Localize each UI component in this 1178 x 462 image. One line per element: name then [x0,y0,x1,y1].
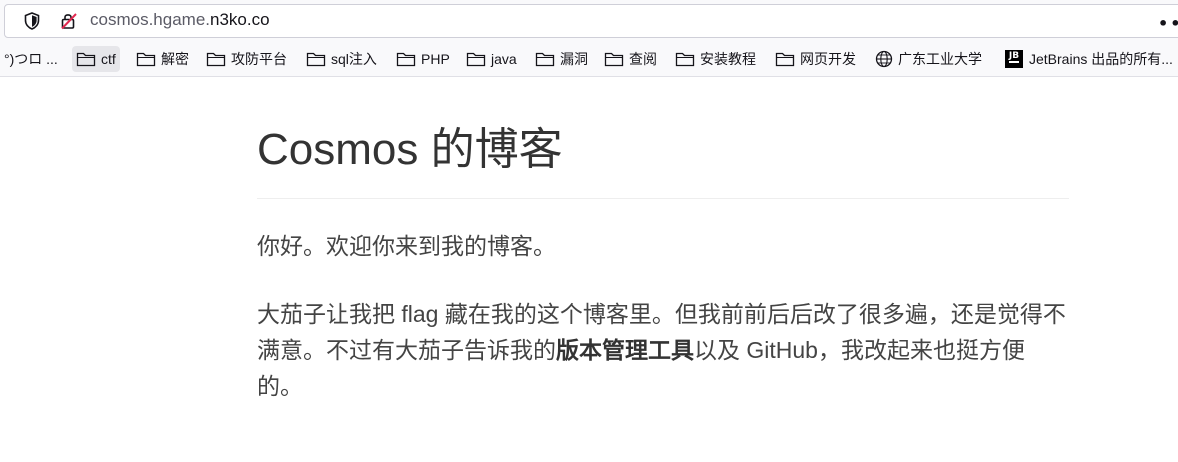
bookmark-label: 解密 [161,51,189,67]
folder-icon [535,52,555,67]
bookmark-label: sql注入 [331,51,377,67]
globe-icon [875,50,893,68]
jetbrains-icon: JB [1005,50,1023,68]
insecure-lock-icon[interactable] [60,12,78,30]
bookmark-folder-install-guides[interactable]: 安装教程 [675,46,756,72]
page-title: Cosmos 的博客 [257,76,1069,199]
more-dots-icon[interactable]: •• [1158,14,1178,33]
bookmark-kaomoji[interactable]: °)つロ ... [4,46,58,72]
bookmark-label: JetBrains 出品的所有... [1029,51,1173,67]
url-subdomain: cosmos.hgame. [90,10,210,29]
bookmark-label: 安装教程 [700,51,756,67]
bookmark-label: ctf [101,51,116,67]
folder-icon [396,52,416,67]
body-paragraph: 大茄子让我把 flag 藏在我的这个博客里。但我前前后后改了很多遍，还是觉得不满… [257,296,1069,404]
bookmark-jetbrains[interactable]: JB JetBrains 出品的所有... [1005,46,1173,72]
bookmark-label: java [491,51,517,67]
shield-icon[interactable] [24,12,40,30]
url-domain: n3ko.co [210,10,270,29]
bookmark-label: 广东工业大学 [898,51,982,67]
bookmark-label: 攻防平台 [231,51,287,67]
bookmark-folder-ctf[interactable]: ctf [72,46,120,72]
greeting-paragraph: 你好。欢迎你来到我的博客。 [257,233,556,259]
bookmark-folder-php[interactable]: PHP [396,46,450,72]
bookmark-folder-attack-defense[interactable]: 攻防平台 [206,46,287,72]
bookmark-label: 查阅 [629,51,657,67]
bookmark-gdut[interactable]: 广东工业大学 [875,46,982,72]
folder-icon [306,52,326,67]
address-bar-row: cosmos.hgame.n3ko.co •• [0,0,1178,42]
folder-icon [466,52,486,67]
folder-icon [206,52,226,67]
folder-icon [604,52,624,67]
bookmark-folder-decrypt[interactable]: 解密 [136,46,189,72]
body-bold-text: 版本管理工具 [556,337,694,363]
bookmark-label: °)つロ ... [4,51,58,67]
folder-icon [675,52,695,67]
bookmark-label: 漏洞 [560,51,588,67]
bookmark-label: 网页开发 [800,51,856,67]
folder-icon [136,52,156,67]
bookmark-folder-java[interactable]: java [466,46,517,72]
bookmark-folder-web-dev[interactable]: 网页开发 [775,46,856,72]
folder-icon [775,52,795,67]
bookmarks-toolbar: °)つロ ... ctf 解密 攻防平台 sql注入 PHP java 漏洞 查… [0,42,1178,77]
folder-icon [76,52,96,67]
bookmark-folder-vulnerabilities[interactable]: 漏洞 [535,46,588,72]
bookmark-label: PHP [421,51,450,67]
url-text[interactable]: cosmos.hgame.n3ko.co [90,10,270,30]
bookmark-folder-sql[interactable]: sql注入 [306,46,377,72]
bookmark-folder-reference[interactable]: 查阅 [604,46,657,72]
blog-content: Cosmos 的博客 你好。欢迎你来到我的博客。 大茄子让我把 flag 藏在我… [257,76,1069,404]
